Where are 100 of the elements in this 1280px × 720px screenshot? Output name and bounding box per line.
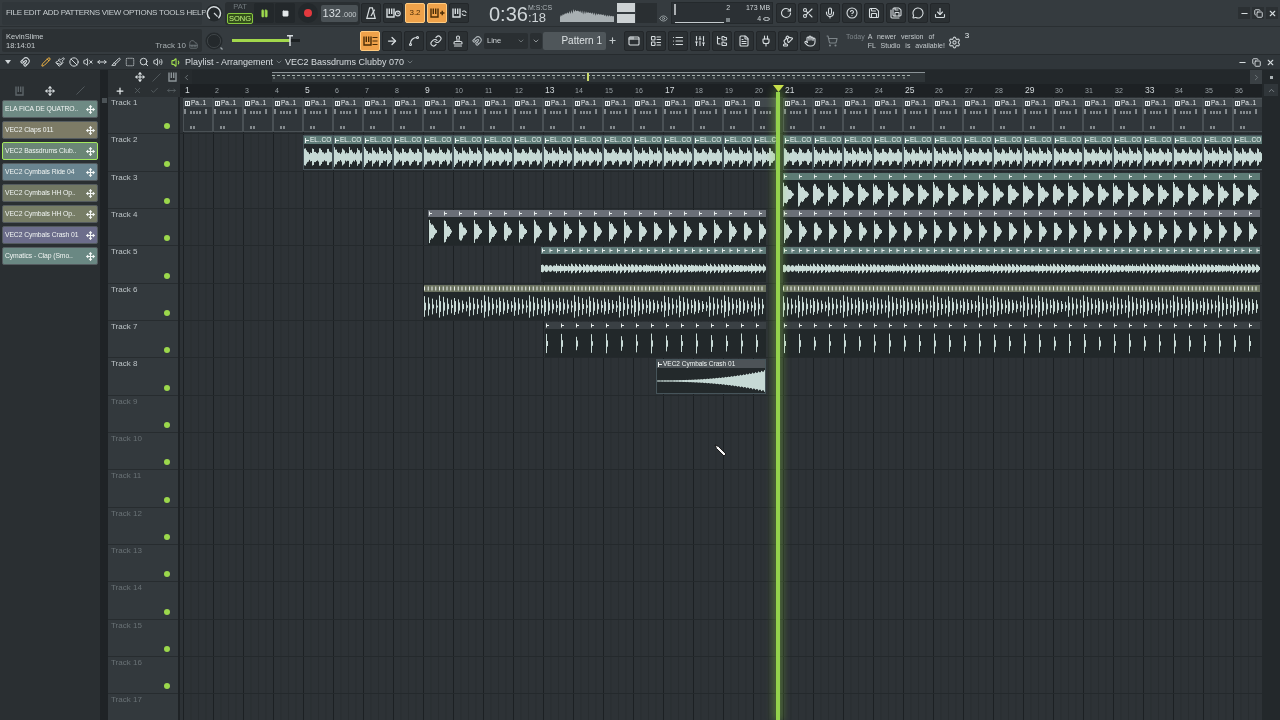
clip-source-name[interactable]: VEC2 Bassdrums Clubby 070 [285,57,405,67]
audio-clip-strip[interactable] [424,284,766,320]
audio-clip-strip[interactable] [541,247,766,283]
toggle-button[interactable] [426,30,446,51]
audio-clip-strip[interactable] [783,284,1260,320]
toolbar-button[interactable] [734,30,754,51]
pattern-selector[interactable]: Pattern 1 [543,31,606,50]
toolbar-button[interactable] [778,30,798,51]
toolbar-button[interactable] [776,3,797,23]
caret-icon[interactable] [5,60,11,64]
pattern-clip[interactable] [753,98,776,133]
menu-item[interactable]: EDIT [23,9,41,17]
track-header[interactable]: Track 8 [108,358,178,396]
playlist-grid[interactable] [180,97,1262,720]
led-icon[interactable] [164,459,170,466]
toggle-button[interactable] [382,30,402,51]
tool-button[interactable] [97,57,107,67]
record-button[interactable] [298,3,318,23]
track-header[interactable]: Track 3 [108,171,178,209]
track-header[interactable]: Track 7 [108,320,178,359]
toggle-button[interactable] [449,3,469,23]
led-icon[interactable] [164,272,170,279]
tool-button[interactable] [41,57,51,67]
tool-button[interactable] [111,57,121,67]
toolbar-button[interactable] [930,3,951,23]
toolbar-button[interactable] [712,30,732,51]
menu-item[interactable]: VIEW [101,9,122,17]
eye-icon[interactable] [659,14,669,23]
menu-item[interactable]: FILE [6,9,22,17]
tool-button[interactable] [153,57,163,67]
menu-item[interactable]: ADD [42,9,59,17]
toolbar-button[interactable] [908,3,929,23]
scroll-handle[interactable] [101,98,107,103]
led-icon[interactable] [164,384,170,391]
toggle-button[interactable] [404,30,424,51]
menu-item[interactable]: HELP [186,9,207,17]
toggle-button[interactable]: 3.2 [405,3,425,23]
move-icon[interactable] [45,85,55,96]
audio-clip-strip[interactable] [428,210,766,245]
track-header[interactable]: Track 1 [108,97,178,135]
toolbar-button[interactable] [690,30,710,51]
led-icon[interactable] [164,496,170,503]
led-icon[interactable] [164,683,170,690]
check-icon[interactable] [150,86,159,95]
volume-thumb[interactable] [287,35,294,46]
toolbar-button[interactable] [820,3,841,23]
menu-item[interactable]: TOOLS [159,9,185,17]
toggle-button[interactable] [361,3,381,23]
toolbar-button[interactable] [864,3,885,23]
tool-button[interactable] [139,57,149,67]
led-icon[interactable] [164,571,170,578]
led-icon[interactable] [164,533,170,540]
magnet-icon[interactable] [472,35,482,46]
toolbar-button[interactable] [756,30,776,51]
toggle-button[interactable] [448,30,468,51]
audio-clip-strip[interactable] [783,247,1260,283]
led-icon[interactable] [164,198,170,204]
tool-button[interactable] [125,57,135,67]
menu-item[interactable]: OPTIONS [123,9,157,17]
audio-clip-strip[interactable] [783,172,1260,208]
led-icon[interactable] [164,309,170,316]
led-icon[interactable] [164,347,170,354]
led-icon[interactable] [164,235,170,242]
track-header[interactable]: Track 4 [108,209,178,247]
tool-button[interactable] [69,57,79,67]
led-icon[interactable] [164,123,170,130]
toolbar-button[interactable] [646,30,666,51]
toolbar-button[interactable] [842,3,863,23]
toolbar-button[interactable] [886,3,907,23]
audio-clip-strip[interactable] [545,321,766,357]
toolbar-button[interactable] [798,3,819,23]
knob-icon[interactable] [205,4,223,22]
stop-button[interactable] [275,3,295,23]
toolbar-button[interactable] [624,30,644,51]
audio-clip-strip[interactable] [783,321,1260,357]
plus-icon[interactable] [115,85,125,96]
led-icon[interactable] [164,421,170,428]
led-icon[interactable] [164,160,170,167]
led-icon[interactable] [164,608,170,615]
restore-button[interactable] [1250,56,1262,68]
toolbar-button[interactable] [668,30,688,51]
close-button[interactable] [1266,7,1278,19]
led-icon[interactable] [164,645,170,652]
restore-button[interactable] [1252,7,1264,19]
tool-button[interactable] [55,57,65,67]
menu-item[interactable]: PATTERNS [60,9,100,17]
gear-icon[interactable] [948,36,962,49]
toggle-button[interactable] [383,3,403,23]
track-header[interactable]: Track 5 [108,246,178,284]
magnet-icon[interactable] [20,57,30,67]
minimize-button[interactable] [1238,7,1250,19]
track-header[interactable]: Track 2 [108,134,178,172]
tool-button[interactable] [83,57,93,67]
scroll-up-button[interactable] [1264,84,1278,96]
audio-clip-strip[interactable] [783,210,1260,245]
time-display[interactable]: 0:36 [489,4,528,24]
toolbar-button[interactable] [800,30,820,51]
move-icon[interactable] [135,72,145,82]
pause-button[interactable] [254,3,274,23]
track-header[interactable]: Track 6 [108,283,178,321]
